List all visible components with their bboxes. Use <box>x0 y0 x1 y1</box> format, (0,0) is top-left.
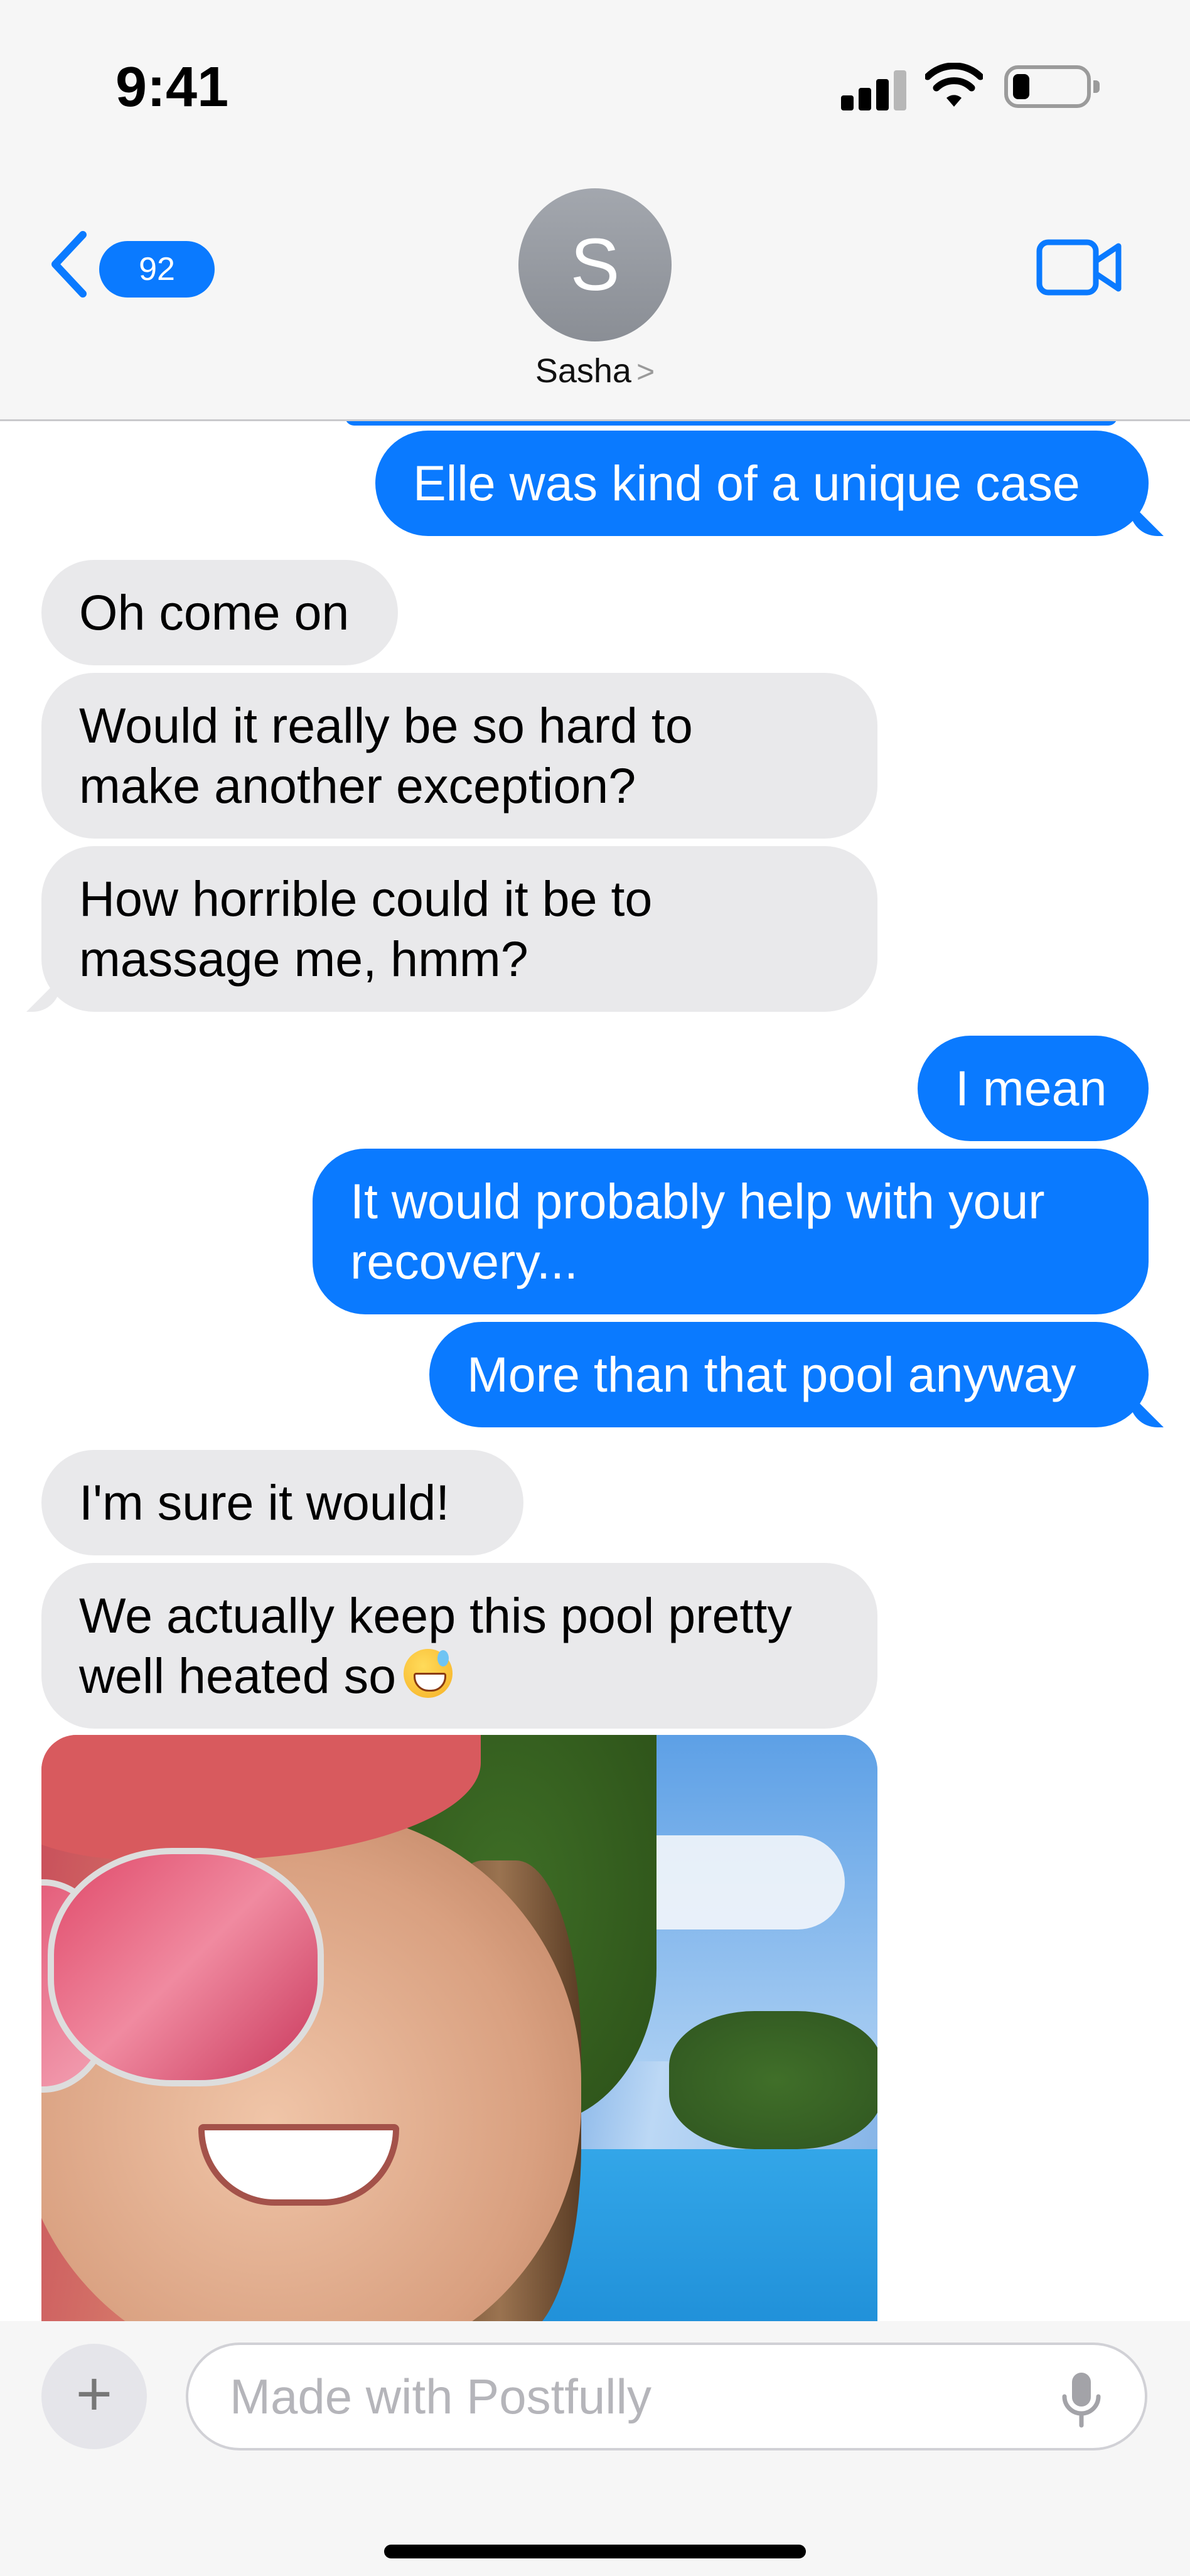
message-text-line: massage me, hmm? <box>79 931 528 987</box>
contact-name: Sasha <box>535 352 631 390</box>
message-bubble-received[interactable]: I'm sure it would! <box>41 1450 523 1555</box>
cellular-signal-icon <box>841 70 906 110</box>
message-bubble-sent[interactable]: I mean <box>918 1036 1149 1141</box>
message-input[interactable] <box>228 2368 1047 2425</box>
photo-attachment[interactable] <box>41 1735 877 2337</box>
message-text: I'm sure it would! <box>79 1474 450 1530</box>
chevron-right-icon: > <box>636 354 655 389</box>
avatar[interactable]: S <box>518 188 672 341</box>
sweat-smile-emoji <box>404 1649 453 1698</box>
message-text: well heated so <box>79 1648 397 1704</box>
message-bubble-received[interactable]: Would it really be so hard to make anoth… <box>41 673 877 839</box>
message-text: Elle was kind of a unique case <box>413 455 1080 511</box>
message-input-container[interactable] <box>186 2343 1147 2450</box>
wifi-icon <box>925 63 983 107</box>
message-text-line: Would it really be so hard to <box>79 697 693 753</box>
message-text-line: How horrible could it be to <box>79 871 653 926</box>
message-bubble-sent[interactable]: It would probably help with your recover… <box>313 1149 1149 1314</box>
message-bubble-sent[interactable]: More than that pool anyway <box>429 1322 1149 1427</box>
compose-bar: + <box>0 2321 1190 2576</box>
battery-icon <box>1004 65 1100 108</box>
message-text: I mean <box>955 1060 1107 1116</box>
message-text-line: make another exception? <box>79 758 636 813</box>
message-bubble-received[interactable]: How horrible could it be to massage me, … <box>41 846 877 1012</box>
message-text-line: well heated so <box>79 1646 840 1706</box>
message-bubble-received[interactable]: Oh come on <box>41 560 398 665</box>
status-time: 9:41 <box>115 56 229 119</box>
message-bubble-received[interactable]: We actually keep this pool pretty well h… <box>41 1563 877 1729</box>
message-text-line: recovery... <box>350 1233 578 1289</box>
unread-count-badge: 92 <box>99 241 215 298</box>
microphone-icon[interactable] <box>1059 2370 1103 2430</box>
video-camera-icon[interactable] <box>1036 236 1123 299</box>
back-button[interactable]: 92 <box>49 227 215 303</box>
navigation-header: 9:41 92 S Sasha > <box>0 0 1190 421</box>
message-text-line: We actually keep this pool pretty <box>79 1587 792 1643</box>
home-indicator[interactable] <box>384 2545 806 2558</box>
contact-name-button[interactable]: Sasha > <box>0 352 1190 390</box>
add-attachment-button[interactable]: + <box>41 2344 147 2449</box>
message-text: More than that pool anyway <box>467 1346 1076 1402</box>
message-text-line: It would probably help with your <box>350 1173 1045 1229</box>
chevron-left-icon <box>51 231 87 298</box>
message-bubble-sent[interactable]: Elle was kind of a unique case <box>375 431 1149 536</box>
message-text: Oh come on <box>79 584 350 640</box>
